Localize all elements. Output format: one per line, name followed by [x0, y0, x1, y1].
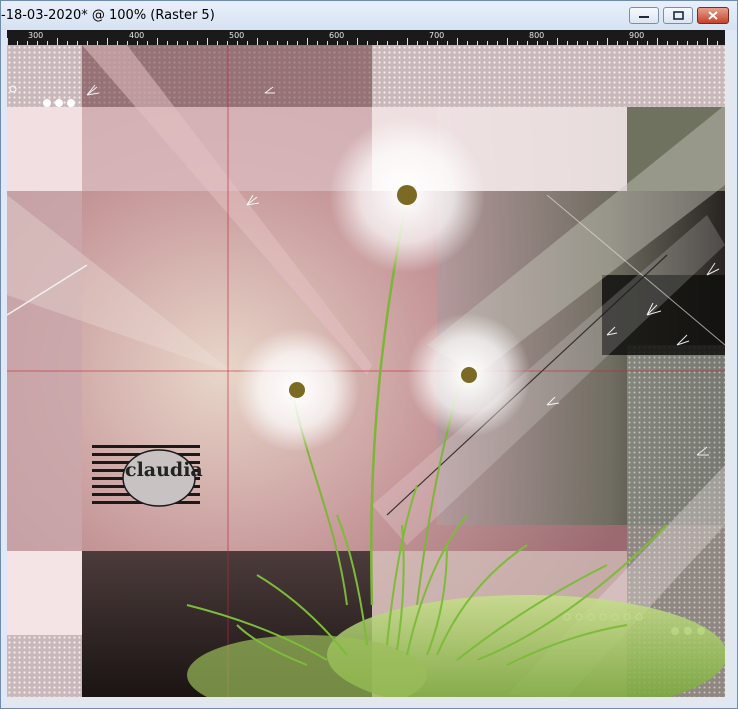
ruler-tick [7, 38, 8, 45]
vertical-scrollbar[interactable] [725, 45, 734, 697]
minimize-icon [639, 15, 649, 18]
ruler-tick [707, 38, 708, 45]
ruler-label: 300 [28, 31, 44, 40]
watermark-text: claudia [125, 459, 203, 481]
ruler-tick [357, 38, 358, 45]
ruler-label: 500 [229, 31, 245, 40]
ruler-label: 900 [629, 31, 645, 40]
title-bar[interactable]: -18-03-2020* @ 100% (Raster 5) [1, 1, 737, 30]
ruler-tick [607, 38, 608, 45]
horizontal-scrollbar[interactable] [7, 697, 725, 705]
ruler-label: 800 [529, 31, 545, 40]
artwork [7, 45, 725, 697]
ruler-tick [157, 38, 158, 45]
ruler-tick [207, 38, 208, 45]
maximize-button[interactable] [663, 7, 693, 24]
ruler-label: 700 [429, 31, 445, 40]
ruler-tick [657, 38, 658, 45]
minimize-button[interactable] [629, 7, 659, 24]
ruler-tick [257, 38, 258, 45]
horizontal-ruler[interactable]: 300 400 500 600 700 800 900 [7, 30, 725, 45]
ruler-tick [457, 38, 458, 45]
close-icon [708, 11, 718, 20]
ruler-tick [507, 38, 508, 45]
image-canvas[interactable]: claudia [7, 45, 725, 697]
close-button[interactable] [697, 7, 729, 24]
ruler-tick [307, 38, 308, 45]
window-title: -18-03-2020* @ 100% (Raster 5) [1, 8, 215, 23]
ruler-tick [557, 38, 558, 45]
ruler-tick [407, 38, 408, 45]
ruler-tick [107, 38, 108, 45]
maximize-icon [672, 11, 684, 20]
image-window: -18-03-2020* @ 100% (Raster 5) 300 400 5… [0, 0, 738, 709]
ruler-label: 600 [329, 31, 345, 40]
ruler-tick [57, 38, 58, 45]
ruler-label: 400 [129, 31, 145, 40]
